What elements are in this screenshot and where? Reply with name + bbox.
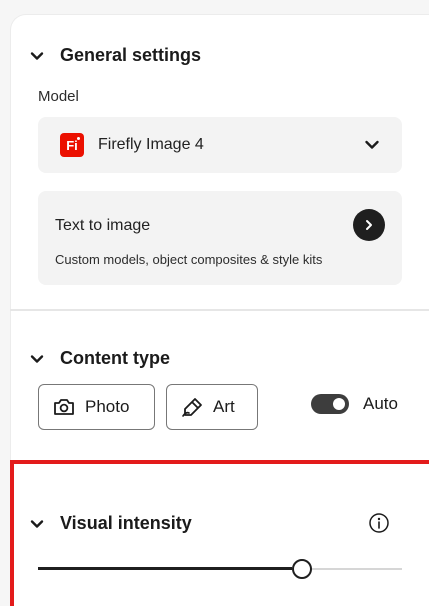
content-type-title: Content type — [60, 348, 170, 368]
general-settings-title: General settings — [60, 45, 202, 65]
model-label: Model — [38, 88, 79, 105]
photo-button[interactable]: Photo — [38, 384, 155, 430]
slider-thumb[interactable] — [291, 559, 312, 579]
toggle-knob — [333, 398, 345, 410]
visual-intensity-title: Visual intensity — [60, 513, 192, 533]
brush-icon — [182, 398, 202, 417]
art-button[interactable]: Art — [166, 384, 258, 430]
text-to-image-title: Text to image — [55, 217, 151, 234]
auto-toggle[interactable] — [311, 394, 349, 414]
content-type-header[interactable]: Content type — [30, 348, 170, 369]
photo-label: Photo — [85, 397, 130, 416]
text-to-image-card[interactable]: Text to image Custom models, object comp… — [38, 191, 402, 285]
visual-intensity-header[interactable]: Visual intensity — [30, 513, 192, 534]
chevron-down-icon — [365, 140, 379, 149]
info-icon[interactable] — [368, 512, 390, 534]
chevron-down-icon — [30, 519, 44, 528]
art-label: Art — [213, 397, 235, 416]
firefly-logo-icon: Fi — [60, 133, 84, 157]
page: General settings Model Fi Firefly Image … — [0, 0, 429, 606]
section-divider — [10, 309, 429, 311]
model-dropdown[interactable]: Fi Firefly Image 4 — [38, 117, 402, 173]
general-settings-header[interactable]: General settings — [30, 45, 201, 66]
auto-toggle-group[interactable]: Auto — [311, 394, 398, 414]
auto-label: Auto — [363, 394, 398, 413]
visual-intensity-slider[interactable] — [38, 557, 402, 581]
chevron-down-icon — [30, 354, 44, 363]
camera-icon — [54, 399, 74, 415]
arrow-right-circle-icon[interactable] — [353, 209, 385, 241]
slider-track-fill — [38, 567, 292, 570]
text-to-image-subtitle: Custom models, object composites & style… — [55, 252, 323, 267]
firefly-logo-text: Fi — [66, 137, 78, 153]
chevron-right-icon — [366, 220, 372, 230]
model-value: Firefly Image 4 — [98, 136, 204, 153]
chevron-down-icon — [30, 51, 44, 60]
